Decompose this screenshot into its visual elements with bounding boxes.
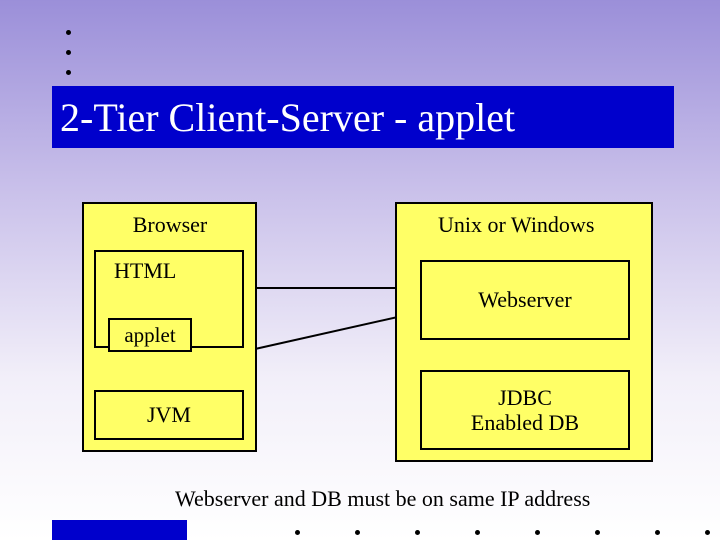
jvm-box: JVM <box>94 390 244 440</box>
decorative-dot <box>475 530 480 535</box>
slide-title: 2-Tier Client-Server - applet <box>60 94 515 141</box>
decorative-dot <box>355 530 360 535</box>
decorative-dot <box>66 50 71 55</box>
jdbc-db-box: JDBC Enabled DB <box>420 370 630 450</box>
decorative-dot <box>705 530 710 535</box>
decorative-dot <box>415 530 420 535</box>
browser-label: Browser <box>120 212 220 238</box>
applet-box: applet <box>108 318 192 352</box>
webserver-box: Webserver <box>420 260 630 340</box>
applet-label: applet <box>124 323 175 348</box>
jdbc-label: JDBC <box>498 385 552 410</box>
decorative-dot <box>595 530 600 535</box>
decorative-dot <box>66 30 71 35</box>
db-label: Enabled DB <box>471 410 579 435</box>
slide-title-bar: 2-Tier Client-Server - applet <box>52 86 674 148</box>
decorative-dot <box>66 70 71 75</box>
server-os-label: Unix or Windows <box>438 212 594 238</box>
footnote: Webserver and DB must be on same IP addr… <box>175 486 590 512</box>
html-label: HTML <box>114 258 176 284</box>
webserver-label: Webserver <box>478 287 572 313</box>
decorative-dot <box>535 530 540 535</box>
jvm-label: JVM <box>147 402 191 428</box>
decorative-dot <box>295 530 300 535</box>
decorative-bottom-bar <box>52 520 187 540</box>
decorative-dot <box>655 530 660 535</box>
